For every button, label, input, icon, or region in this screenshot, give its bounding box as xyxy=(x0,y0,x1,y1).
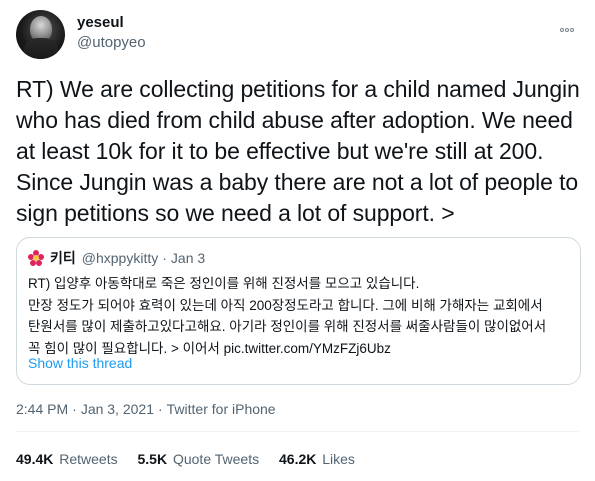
meta-separator: · xyxy=(72,401,77,417)
flower-avatar-icon xyxy=(28,250,44,266)
quoted-tweet-text: RT) 입양후 아동학대로 죽은 정인이를 위해 진정서를 모으고 있습니다. … xyxy=(28,273,573,359)
retweets-label: Retweets xyxy=(59,451,118,467)
retweets-count: 49.4K xyxy=(16,451,54,467)
tweet-date[interactable]: Jan 3, 2021 xyxy=(81,401,154,417)
tweet-source[interactable]: Twitter for iPhone xyxy=(167,401,276,417)
likes-label: Likes xyxy=(322,451,355,467)
quoted-text-line: 만장 정도가 되어야 효력이 있는데 아직 200장정도라고 합니다. 그에 비… xyxy=(28,297,543,313)
quoted-tweet-header: 키티 @hxppykitty · Jan 3 xyxy=(28,249,205,267)
likes-stat[interactable]: 46.2K Likes xyxy=(279,451,355,467)
author-names: yeseul @utopyeo xyxy=(77,14,146,53)
tweet-stats: 49.4K Retweets 5.5K Quote Tweets 46.2K L… xyxy=(16,451,371,467)
quote-tweets-count: 5.5K xyxy=(137,451,168,467)
tweet-header: yeseul @utopyeo xyxy=(16,10,579,60)
quote-tweets-stat[interactable]: 5.5K Quote Tweets xyxy=(138,451,260,467)
tweet-text: RT) We are collecting petitions for a ch… xyxy=(16,76,580,226)
quoted-date: Jan 3 xyxy=(170,250,206,266)
quote-tweets-label: Quote Tweets xyxy=(172,451,260,467)
quoted-text-line: 탄원서를 많이 제출하고있다고해요. 아기라 정인이를 위해 진정서를 써줄사람… xyxy=(28,319,547,334)
quoted-separator: · xyxy=(162,250,167,266)
quoted-author-name: 키티 xyxy=(50,250,76,266)
tweet-card: yeseul @utopyeo RT) We are collecting pe… xyxy=(0,0,595,481)
show-thread-link[interactable]: Show this thread xyxy=(28,355,132,371)
quoted-text-line: RT) 입양후 아동학대로 죽은 정인이를 위해 진정서를 모으고 있습니다. xyxy=(28,276,420,291)
avatar-figure-body xyxy=(24,38,58,59)
more-options-icon[interactable] xyxy=(557,22,577,32)
quoted-tweet[interactable]: 키티 @hxppykitty · Jan 3 RT) 입양후 아동학대로 죽은 … xyxy=(16,237,581,385)
likes-count: 46.2K xyxy=(279,451,317,467)
author-display-name[interactable]: yeseul xyxy=(77,14,146,32)
tweet-meta: 2:44 PM · Jan 3, 2021 · Twitter for iPhone xyxy=(16,401,276,417)
author-avatar[interactable] xyxy=(16,10,65,59)
author-handle[interactable]: @utopyeo xyxy=(77,33,146,53)
stats-divider xyxy=(16,431,579,432)
retweets-stat[interactable]: 49.4K Retweets xyxy=(16,451,118,467)
meta-separator: · xyxy=(157,401,163,417)
quoted-author-handle: @hxppykitty xyxy=(81,250,159,266)
tweet-time[interactable]: 2:44 PM xyxy=(16,401,68,417)
